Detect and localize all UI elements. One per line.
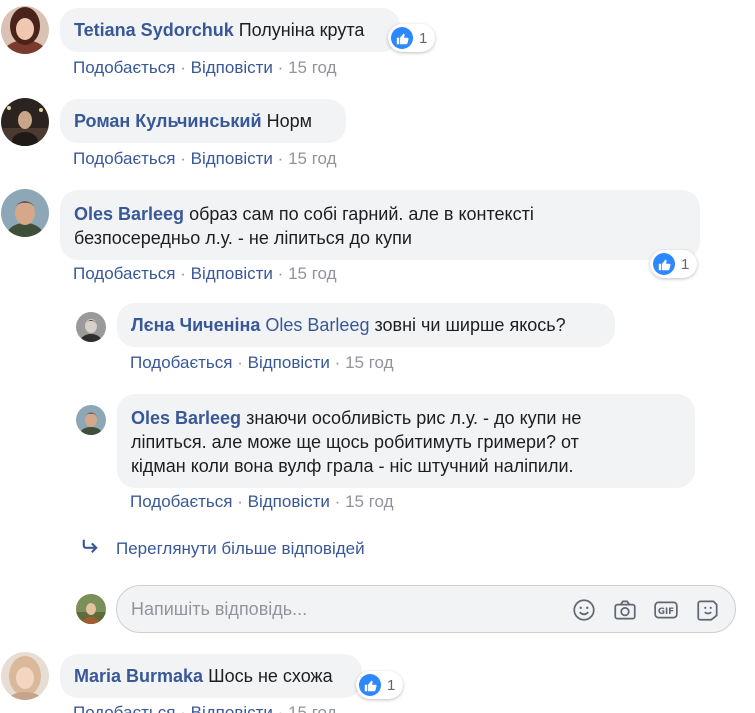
reply-link[interactable]: Відповісти	[191, 703, 273, 713]
comment-actions: Подобається · Відповісти · 15 год	[73, 264, 337, 283]
comment-author[interactable]: Maria Burmaka	[74, 666, 203, 686]
avatar-current-user	[76, 594, 106, 624]
reaction-number: 1	[681, 255, 690, 273]
camera-icon[interactable]	[612, 597, 638, 623]
reply-link[interactable]: Відповісти	[191, 149, 273, 168]
reply-text-line: ліпиться. але може ще щось робитимуть гр…	[131, 432, 579, 452]
reaction-number: 1	[387, 676, 396, 694]
comment-actions: Подобається · Відповісти · 15 год	[73, 58, 337, 77]
reply-bubble: Лєна Чиченіна Oles Barleeg зовні чи ширш…	[117, 303, 615, 347]
reply-composer: GIF	[116, 585, 736, 633]
comment-text-line: безпосередньо л.у. - не ліпиться до купи	[74, 228, 412, 248]
reaction-number: 1	[419, 29, 428, 47]
reply-link[interactable]: Відповісти	[191, 58, 273, 77]
reply-bubble: Oles Barleeg знаючи особливість рис л.у.…	[117, 394, 695, 488]
like-icon	[391, 27, 413, 49]
reply-text-line: знаючи особливість рис л.у. - до купи не	[246, 408, 582, 428]
reply-link[interactable]: Відповісти	[248, 492, 330, 511]
like-link[interactable]: Подобається	[73, 264, 176, 283]
avatar-oles-reply[interactable]	[76, 405, 106, 435]
like-link[interactable]: Подобається	[130, 353, 233, 372]
comment-author[interactable]: Tetiana Sydorchuk	[74, 20, 234, 40]
sticker-icon[interactable]	[695, 597, 721, 623]
comment-bubble: Oles Barleeg образ сам по собі гарний. а…	[60, 190, 700, 260]
reaction-count[interactable]: 1	[356, 671, 404, 699]
reply-link[interactable]: Відповісти	[191, 264, 273, 283]
like-icon	[653, 253, 675, 275]
emoji-icon[interactable]	[571, 597, 597, 623]
view-more-replies-label: Переглянути більше відповідей	[116, 538, 365, 558]
comment-author[interactable]: Роман Кульчинський	[74, 111, 262, 131]
svg-text:GIF: GIF	[658, 607, 674, 617]
comment-text-line: образ сам по собі гарний. але в контекст…	[189, 204, 534, 224]
reply-actions: Подобається · Відповісти · 15 год	[130, 353, 394, 372]
timestamp[interactable]: 15 год	[288, 149, 336, 168]
avatar-roman[interactable]	[1, 98, 49, 146]
comment-actions: Подобається · Відповісти · 15 год	[73, 149, 337, 168]
avatar-maria[interactable]	[1, 652, 49, 700]
mention-link[interactable]: Oles Barleeg	[265, 315, 369, 335]
comment-bubble: Tetiana Sydorchuk Полуніна крута	[60, 8, 400, 52]
reply-text: зовні чи ширше якось?	[374, 315, 566, 335]
comment-text: Полуніна крута	[238, 20, 365, 40]
gif-icon[interactable]: GIF	[653, 597, 679, 623]
like-link[interactable]: Подобається	[130, 492, 233, 511]
comment-bubble: Роман Кульчинський Норм	[60, 99, 346, 143]
reaction-count[interactable]: 1	[650, 250, 698, 278]
like-link[interactable]: Подобається	[73, 149, 176, 168]
reply-author[interactable]: Oles Barleeg	[131, 408, 241, 428]
timestamp[interactable]: 15 год	[288, 703, 336, 713]
timestamp[interactable]: 15 год	[288, 58, 336, 77]
reply-actions: Подобається · Відповісти · 15 год	[130, 492, 394, 511]
reply-link[interactable]: Відповісти	[248, 353, 330, 372]
avatar-tetiana[interactable]	[1, 6, 49, 54]
reply-text-line: кідман коли вона вулф грала - ніс штучни…	[131, 456, 574, 476]
timestamp[interactable]: 15 год	[345, 492, 393, 511]
timestamp[interactable]: 15 год	[345, 353, 393, 372]
view-more-replies-link[interactable]: Переглянути більше відповідей	[80, 538, 365, 559]
avatar-lena[interactable]	[76, 312, 106, 342]
comment-actions: Подобається · Відповісти · 15 год	[73, 703, 337, 713]
reply-arrow-icon	[80, 538, 106, 559]
reply-author[interactable]: Лєна Чиченіна	[131, 315, 260, 335]
like-link[interactable]: Подобається	[73, 703, 176, 713]
comment-author[interactable]: Oles Barleeg	[74, 204, 184, 224]
like-icon	[359, 674, 381, 696]
comment-bubble: Maria Burmaka Шось не схожа	[60, 654, 362, 698]
comment-text: Шось не схожа	[208, 666, 333, 686]
avatar-oles[interactable]	[1, 189, 49, 237]
reply-input[interactable]	[131, 586, 551, 632]
comment-text: Норм	[266, 111, 312, 131]
like-link[interactable]: Подобається	[73, 58, 176, 77]
timestamp[interactable]: 15 год	[288, 264, 336, 283]
reaction-count[interactable]: 1	[388, 24, 436, 52]
